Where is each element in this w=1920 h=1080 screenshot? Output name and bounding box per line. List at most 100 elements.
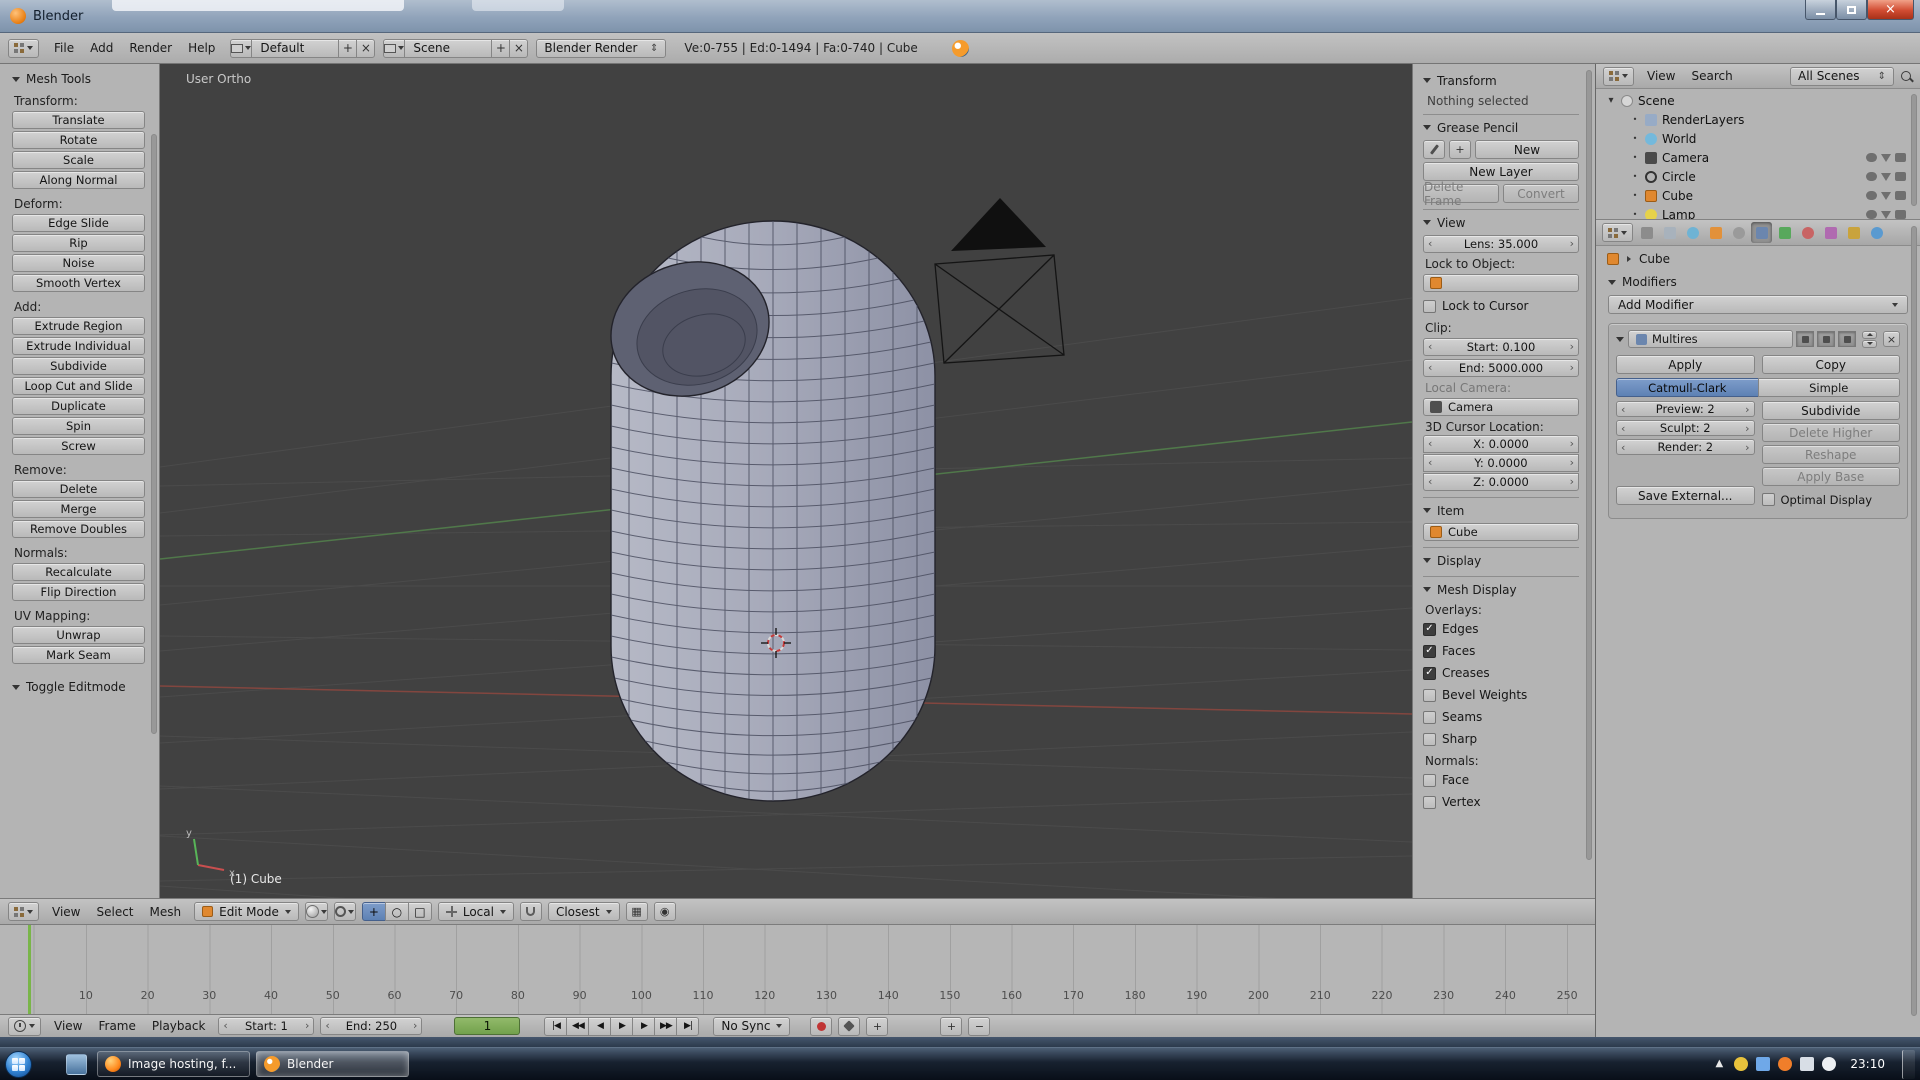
expander-icon[interactable] — [1630, 114, 1640, 125]
modifier-op-button[interactable]: Reshape — [1762, 445, 1901, 464]
toolshelf-button[interactable]: Unwrap — [12, 626, 145, 644]
subdivision-type-button[interactable]: Simple — [1758, 378, 1901, 397]
scale-manipulator-button[interactable]: □ — [408, 902, 432, 921]
item-name-field[interactable]: Cube — [1423, 523, 1579, 541]
menu-item[interactable]: View — [1640, 67, 1682, 85]
renderability-camera-icon[interactable] — [1895, 191, 1906, 200]
increment-arrow[interactable]: › — [1570, 237, 1574, 250]
outliner-scrollbar[interactable] — [1911, 94, 1917, 206]
outliner-row[interactable]: Circle — [1596, 167, 1920, 186]
increment-arrow[interactable]: › — [1570, 456, 1574, 469]
decrement-arrow[interactable]: ‹ — [1621, 441, 1625, 454]
grease-pencil-new-button[interactable]: New — [1475, 140, 1579, 159]
minimize-button[interactable] — [1805, 0, 1836, 20]
layout-add-button[interactable]: + — [338, 39, 357, 58]
decrement-arrow[interactable]: ‹ — [1428, 340, 1432, 353]
start-button[interactable] — [5, 1051, 32, 1078]
move-modifier-down-button[interactable] — [1862, 340, 1877, 348]
optimal-display-row[interactable]: ✓ Optimal Display — [1762, 490, 1901, 509]
toolshelf-button[interactable]: Remove Doubles — [12, 520, 145, 538]
expander-icon[interactable] — [1630, 209, 1640, 220]
decrement-arrow[interactable]: ‹ — [1428, 361, 1432, 374]
visibility-eye-icon[interactable] — [1866, 210, 1877, 219]
mesh-object[interactable] — [595, 221, 935, 801]
cursor-z-field[interactable]: ‹Z: 0.0000› — [1423, 473, 1579, 491]
outliner-row[interactable]: RenderLayers — [1596, 110, 1920, 129]
scene-browse-button[interactable] — [383, 39, 405, 58]
layout-delete-button[interactable]: × — [356, 39, 375, 58]
translate-manipulator-button[interactable]: + — [362, 902, 386, 921]
checkbox[interactable]: ✓ — [1423, 623, 1436, 636]
subdivision-type-button[interactable]: Catmull-Clark — [1616, 378, 1759, 397]
toolshelf-button[interactable]: Subdivide — [12, 357, 145, 375]
taskbar-task-button[interactable]: Blender — [256, 1051, 409, 1077]
decrement-arrow[interactable]: ‹ — [1428, 237, 1432, 250]
decrement-arrow[interactable]: ‹ — [1428, 437, 1432, 450]
lock-to-object-field[interactable] — [1423, 274, 1579, 292]
toolshelf-button[interactable]: Screw — [12, 437, 145, 455]
increment-arrow[interactable]: › — [1570, 475, 1574, 488]
renderability-camera-icon[interactable] — [1895, 153, 1906, 162]
checkbox[interactable]: ✓ — [1423, 689, 1436, 702]
toolshelf-button[interactable]: Loop Cut and Slide — [12, 377, 145, 395]
convert-button[interactable]: Convert — [1503, 184, 1579, 203]
modifier-name-field[interactable]: Multires — [1628, 330, 1793, 348]
checkbox-row[interactable]: ✓ Face — [1423, 769, 1579, 791]
layout-name-field[interactable]: Default — [251, 39, 339, 58]
copy-modifier-button[interactable]: Copy — [1762, 355, 1901, 374]
menu-item[interactable]: Render — [122, 39, 179, 57]
jump-to-end-button[interactable]: ▶| — [676, 1017, 699, 1036]
taskbar-task-button[interactable]: Image hosting, f... — [97, 1051, 250, 1077]
checkbox[interactable]: ✓ — [1423, 645, 1436, 658]
editor-type-button[interactable] — [8, 1017, 41, 1036]
decrement-arrow[interactable]: ‹ — [1428, 456, 1432, 469]
current-frame-field[interactable]: 1 — [454, 1017, 520, 1035]
remove-marker-button[interactable]: − — [968, 1017, 990, 1036]
visibility-eye-icon[interactable] — [1866, 172, 1877, 181]
cursor-y-field[interactable]: ‹Y: 0.0000› — [1423, 454, 1579, 472]
toolshelf-button[interactable]: Along Normal — [12, 171, 145, 189]
checkbox[interactable]: ✓ — [1423, 300, 1436, 313]
toolshelf-button[interactable]: Duplicate — [12, 397, 145, 415]
checkbox-row[interactable]: ✓ Seams — [1423, 706, 1579, 728]
scene-tab[interactable] — [1659, 222, 1680, 243]
tray-volume-icon[interactable] — [1822, 1057, 1836, 1071]
outliner-row[interactable]: Cube — [1596, 186, 1920, 205]
viewport-3d[interactable]: y x User Ortho (1) Cube — [160, 64, 1412, 898]
toolshelf-button[interactable]: Recalculate — [12, 563, 145, 581]
panel-header[interactable]: Display — [1423, 551, 1579, 570]
snap-element-dropdown[interactable]: Closest — [548, 902, 620, 921]
insert-keyframe-button[interactable]: + — [866, 1017, 888, 1036]
grease-pencil-draw-button[interactable] — [1423, 140, 1445, 159]
editor-type-button[interactable] — [8, 902, 39, 921]
toolshelf-button[interactable]: Delete — [12, 480, 145, 498]
outliner-row[interactable]: Camera — [1596, 148, 1920, 167]
object-data-tab[interactable] — [1774, 222, 1795, 243]
toolshelf-button[interactable]: Edge Slide — [12, 214, 145, 232]
menu-item[interactable]: Mesh — [143, 903, 189, 921]
menu-item[interactable]: Help — [181, 39, 222, 57]
checkbox[interactable]: ✓ — [1423, 796, 1436, 809]
selectability-arrow-icon[interactable] — [1881, 173, 1891, 181]
checkbox-row[interactable]: ✓ Creases — [1423, 662, 1579, 684]
increment-arrow[interactable]: › — [1570, 340, 1574, 353]
viewport-canvas[interactable]: y x — [160, 64, 1412, 898]
modifier-op-button[interactable]: Delete Higher — [1762, 423, 1901, 442]
modifiers-tab[interactable] — [1751, 222, 1772, 243]
constraints-tab[interactable] — [1728, 222, 1749, 243]
opengl-render-anim-button[interactable]: ◉ — [654, 902, 676, 921]
modifier-render-toggle[interactable] — [1796, 331, 1814, 347]
display-scope-dropdown[interactable]: All Scenes⇕ — [1790, 67, 1894, 86]
toolshelf-button[interactable]: Extrude Region — [12, 317, 145, 335]
particles-tab[interactable] — [1843, 222, 1864, 243]
modifier-expand-icon[interactable] — [1616, 337, 1624, 342]
selectability-arrow-icon[interactable] — [1881, 192, 1891, 200]
increment-arrow[interactable]: › — [1570, 361, 1574, 374]
outliner-row[interactable]: Scene — [1596, 91, 1920, 110]
sync-dropdown[interactable]: No Sync — [713, 1017, 790, 1036]
decrement-arrow[interactable]: ‹ — [223, 1019, 227, 1032]
save-external-button[interactable]: Save External... — [1616, 486, 1755, 505]
toolshelf-button[interactable]: Spin — [12, 417, 145, 435]
modifiers-panel-header[interactable]: Modifiers — [1608, 271, 1908, 293]
expander-icon[interactable] — [1630, 190, 1640, 201]
